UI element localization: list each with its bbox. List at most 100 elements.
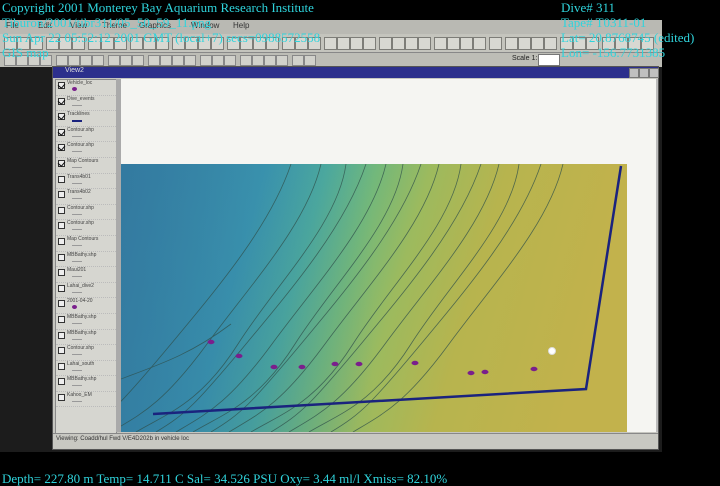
legend-item[interactable]: Dive_events [56, 96, 116, 112]
legend-item[interactable]: Lahai_dive2 [56, 283, 116, 299]
toolbar-button[interactable] [460, 37, 473, 50]
layer-name: MBBathy.shp [67, 251, 97, 258]
copyright-text: Copyright 2001 Monterey Bay Aquarium Res… [2, 0, 314, 15]
dive-event-marker [298, 364, 306, 370]
layer-name: Trans4b02 [67, 189, 91, 196]
layer-name: Maui201 [67, 267, 87, 274]
vehicle-position-icon [548, 347, 556, 355]
polygon-symbol-icon [72, 244, 82, 246]
layer-name: MBBathy.shp [67, 313, 97, 320]
table-of-contents: Vehicle_loc Dive_events Tracklines Contour.… [55, 79, 117, 434]
toolbar-button[interactable] [531, 37, 544, 50]
legend-item[interactable]: Trans4b01 [56, 174, 116, 190]
layer-name: Map Contours [67, 235, 99, 242]
legend-item[interactable]: Lahai_south [56, 361, 116, 377]
polygon-symbol-icon [72, 182, 82, 184]
gis-application-screen: File Edit View Theme Graphics Window Help Scal… [0, 20, 662, 452]
layer-visibility-checkbox[interactable] [58, 347, 65, 355]
toolbar-button[interactable] [392, 37, 405, 50]
toolbar-button[interactable] [505, 37, 518, 50]
polygon-symbol-icon [72, 198, 82, 200]
layer-visibility-checkbox[interactable] [58, 393, 65, 401]
point-symbol-icon [72, 87, 77, 91]
layer-visibility-checkbox[interactable] [58, 253, 65, 261]
toolbar-button[interactable] [518, 37, 531, 50]
legend-item[interactable]: Vehicle_loc [56, 80, 116, 96]
layer-visibility-checkbox[interactable] [58, 237, 65, 245]
layer-visibility-checkbox[interactable] [58, 97, 65, 105]
toolbar-button[interactable] [434, 37, 447, 50]
legend-item[interactable]: MBBathy.shp [56, 314, 116, 330]
layer-name: MBBathy.shp [67, 376, 97, 383]
scale-label: Scale 1: [512, 55, 538, 62]
legend-item[interactable]: Map Contours [56, 236, 116, 252]
layer-name: Kahoo_EM [67, 391, 92, 398]
view-title: View2 [65, 67, 84, 74]
polygon-symbol-icon [72, 104, 82, 106]
polygon-symbol-icon [72, 385, 82, 387]
dive-event-marker [235, 353, 243, 359]
legend-item[interactable]: Contour.shp [56, 345, 116, 361]
layer-name: Contour.shp [67, 142, 94, 149]
toolbar-button[interactable] [405, 37, 418, 50]
legend-item[interactable]: Contour.shp [56, 142, 116, 158]
layer-visibility-checkbox[interactable] [58, 284, 65, 292]
bathymetry-map[interactable] [121, 164, 627, 432]
layer-visibility-checkbox[interactable] [58, 300, 65, 308]
layer-visibility-checkbox[interactable] [58, 222, 65, 230]
map-edge [656, 79, 658, 432]
longitude-text: Lon= -156.7731385 [561, 45, 666, 60]
toolbar-button[interactable] [447, 37, 460, 50]
layer-visibility-checkbox[interactable] [58, 206, 65, 214]
legend-item[interactable]: Tracklines [56, 111, 116, 127]
toolbar-button[interactable] [324, 37, 337, 50]
layer-visibility-checkbox[interactable] [58, 362, 65, 370]
layer-visibility-checkbox[interactable] [58, 113, 65, 121]
scale-input[interactable] [538, 54, 560, 66]
video-overlay-left: Copyright 2001 Monterey Bay Aquarium Res… [2, 0, 320, 60]
toolbar-button[interactable] [544, 37, 557, 50]
polygon-symbol-icon [72, 213, 82, 215]
toolbar-button[interactable] [337, 37, 350, 50]
toolbar-button[interactable] [363, 37, 376, 50]
legend-item[interactable]: MBBathy.shp [56, 376, 116, 392]
polygon-symbol-icon [72, 338, 82, 340]
legend-item[interactable]: Trans4b02 [56, 189, 116, 205]
legend-item[interactable]: Kahoo_EM [56, 392, 116, 408]
legend-item[interactable]: MBBathy.shp [56, 330, 116, 346]
layer-visibility-checkbox[interactable] [58, 269, 65, 277]
toolbar-button[interactable] [489, 37, 502, 50]
legend-item[interactable]: Contour.shp [56, 205, 116, 221]
legend-item[interactable]: Contour.shp [56, 220, 116, 236]
polygon-symbol-icon [72, 369, 82, 371]
maximize-button[interactable] [639, 68, 649, 78]
gis-map-label: GIS map [2, 45, 49, 60]
layer-visibility-checkbox[interactable] [58, 128, 65, 136]
close-button[interactable] [649, 68, 659, 78]
layer-visibility-checkbox[interactable] [58, 191, 65, 199]
toolbar-button[interactable] [350, 37, 363, 50]
polygon-symbol-icon [72, 276, 82, 278]
legend-item[interactable]: Maui201 [56, 267, 116, 283]
layer-visibility-checkbox[interactable] [58, 159, 65, 167]
layer-visibility-checkbox[interactable] [58, 144, 65, 152]
line-symbol-icon [72, 120, 82, 123]
layer-visibility-checkbox[interactable] [58, 331, 65, 339]
layer-visibility-checkbox[interactable] [58, 378, 65, 386]
toolbar-button[interactable] [473, 37, 486, 50]
legend-item[interactable]: Map Contours [56, 158, 116, 174]
layer-visibility-checkbox[interactable] [58, 175, 65, 183]
layer-visibility-checkbox[interactable] [58, 315, 65, 323]
toolbar-button[interactable] [418, 37, 431, 50]
toolbar-button[interactable] [379, 37, 392, 50]
polygon-symbol-icon [72, 322, 82, 324]
layer-name: Contour.shp [67, 345, 94, 352]
dive-event-marker [530, 366, 538, 372]
legend-item[interactable]: Contour.shp [56, 127, 116, 143]
dive-event-marker [207, 339, 215, 345]
minimize-button[interactable] [629, 68, 639, 78]
layer-name: Contour.shp [67, 220, 94, 227]
layer-visibility-checkbox[interactable] [58, 82, 65, 89]
legend-item[interactable]: MBBathy.shp [56, 252, 116, 268]
legend-item[interactable]: 2001-04-20 [56, 298, 116, 314]
